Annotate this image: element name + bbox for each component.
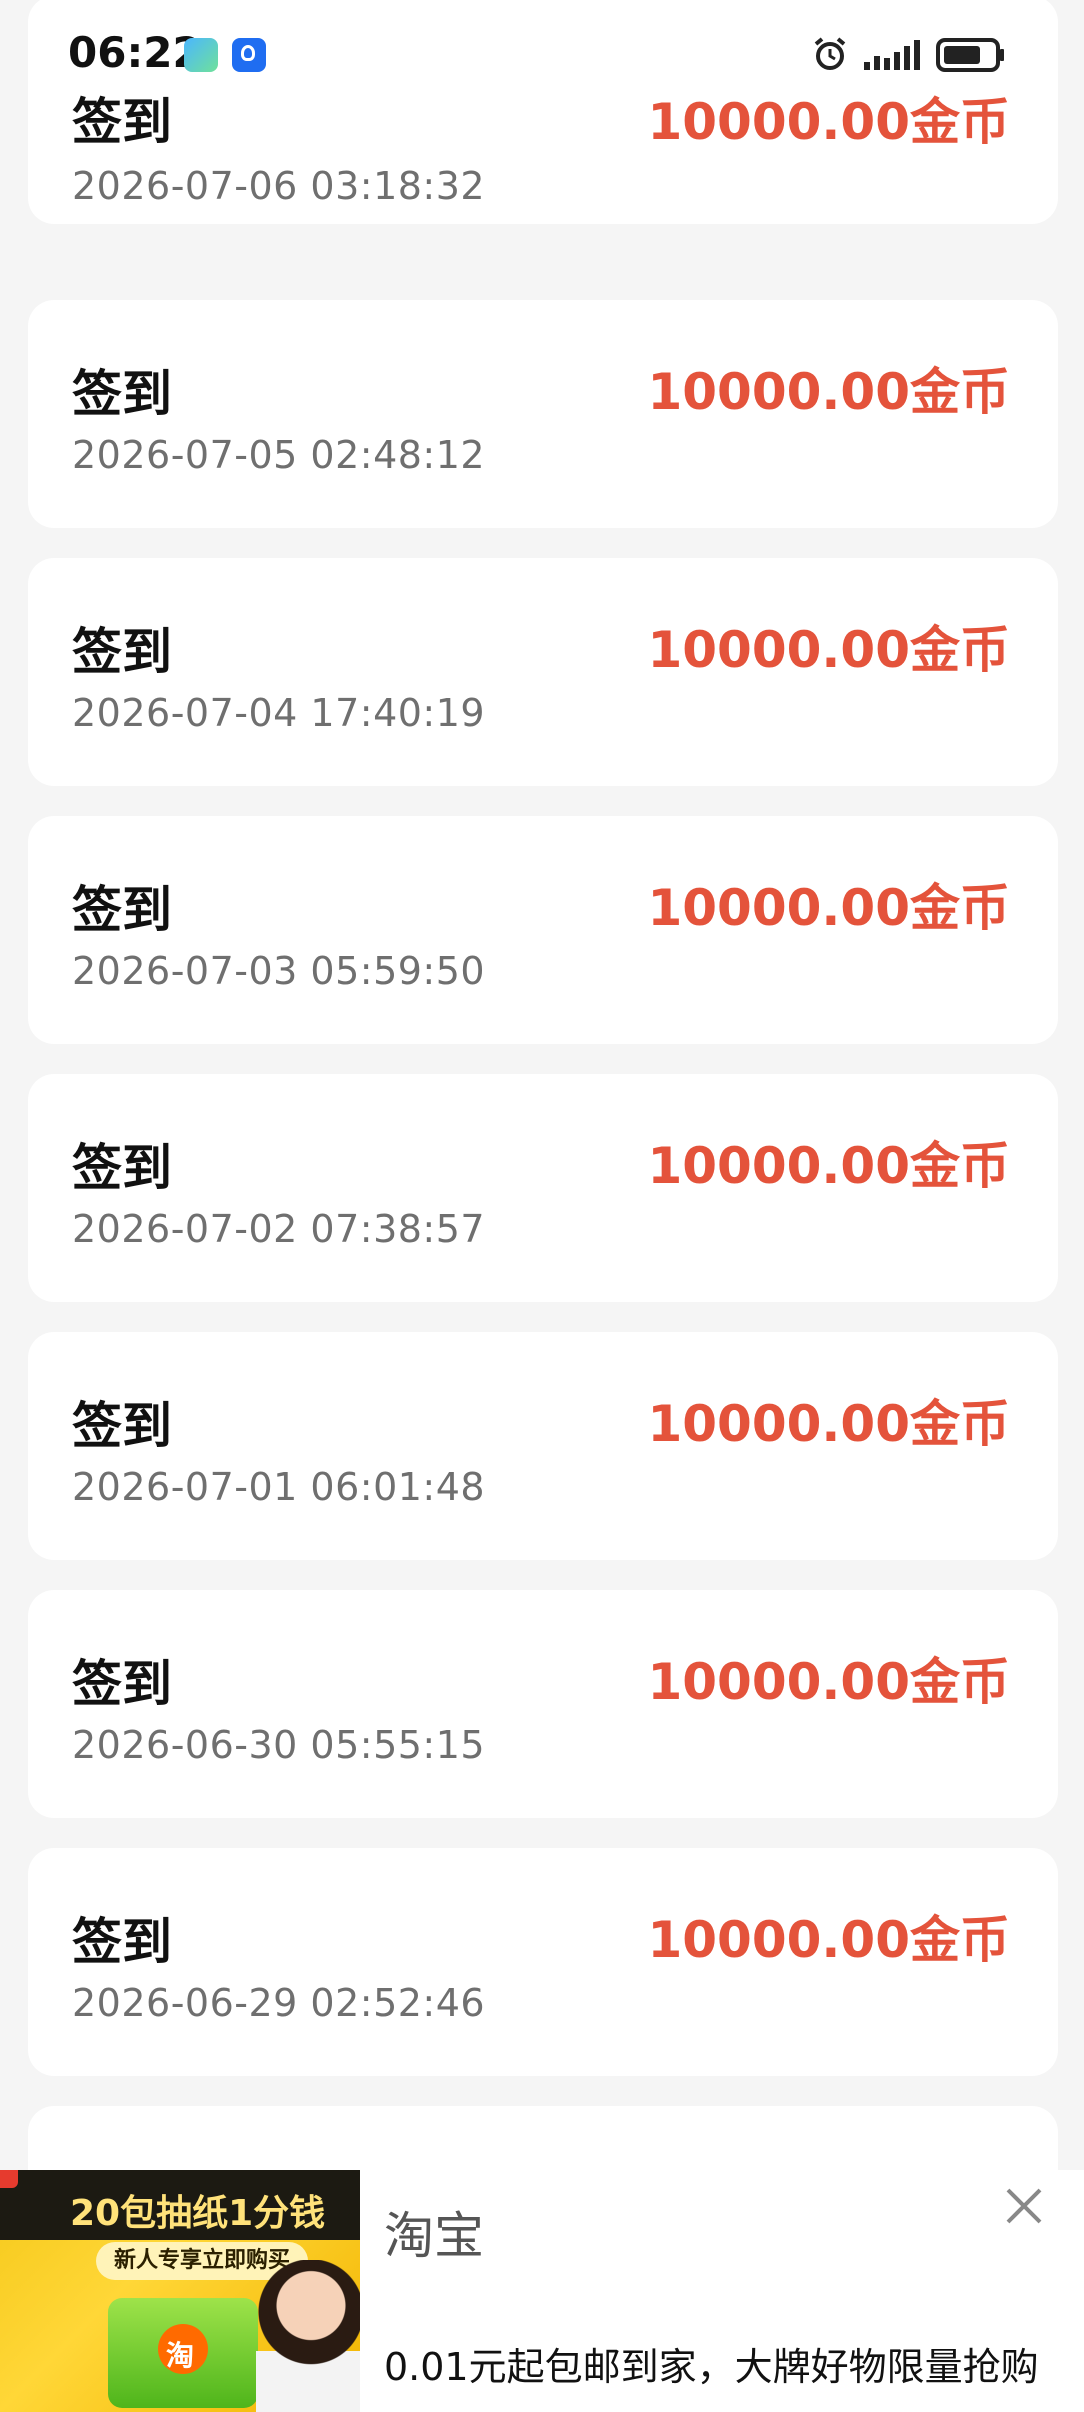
record-time: 2026-07-03 05:59:50: [72, 949, 486, 993]
record-card[interactable]: 签到 2026-07-06 03:18:32 10000.00金币: [28, 0, 1058, 224]
record-time: 2026-07-06 03:18:32: [72, 164, 486, 208]
taobao-logo: 淘: [166, 2339, 195, 2372]
close-icon[interactable]: [1000, 2182, 1048, 2230]
record-time: 2026-07-04 17:40:19: [72, 691, 486, 735]
record-amount: 10000.00金币: [647, 363, 1010, 421]
record-title: 签到: [72, 1139, 172, 1197]
ad-source: 淘宝: [384, 2207, 484, 2265]
record-card[interactable]: 签到 2026-06-30 05:55:15 10000.00金币: [28, 1590, 1058, 1818]
record-card[interactable]: 签到 2026-07-05 02:48:12 10000.00金币: [28, 300, 1058, 528]
record-card[interactable]: 签到 2026-07-02 07:38:57 10000.00金币: [28, 1074, 1058, 1302]
record-title: 签到: [72, 1655, 172, 1713]
record-amount: 10000.00金币: [647, 93, 1010, 151]
ad-banner[interactable]: 20包抽纸1分钱 新人专享立即购买 淘 淘宝 0.01元起包邮到家，大牌好物限量…: [0, 2170, 1084, 2412]
record-title: 签到: [72, 93, 172, 151]
record-title: 签到: [72, 1913, 172, 1971]
tissue-pack-image: 淘: [108, 2298, 258, 2408]
record-amount: 10000.00金币: [647, 1137, 1010, 1195]
record-amount: 10000.00金币: [647, 879, 1010, 937]
ad-image[interactable]: 20包抽纸1分钱 新人专享立即购买 淘: [0, 2170, 360, 2412]
record-time: 2026-06-30 05:55:15: [72, 1723, 486, 1767]
record-amount: 10000.00金币: [647, 1653, 1010, 1711]
ad-description: 0.01元起包邮到家，大牌好物限量抢购: [384, 2345, 1039, 2389]
ad-image-headline: 20包抽纸1分钱: [70, 2193, 326, 2234]
ad-badge: [0, 2170, 18, 2188]
record-amount: 10000.00金币: [647, 621, 1010, 679]
record-time: 2026-06-29 02:52:46: [72, 1981, 486, 2025]
record-card[interactable]: 签到 2026-07-03 05:59:50 10000.00金币: [28, 816, 1058, 1044]
ad-model-image: [256, 2260, 360, 2412]
record-card[interactable]: 签到 2026-07-01 06:01:48 10000.00金币: [28, 1332, 1058, 1560]
checkin-record-list: 签到 2026-07-06 03:18:32 10000.00金币 签到 202…: [0, 0, 1084, 2412]
record-title: 签到: [72, 623, 172, 681]
record-time: 2026-07-05 02:48:12: [72, 433, 486, 477]
record-amount: 10000.00金币: [647, 1911, 1010, 1969]
record-time: 2026-07-01 06:01:48: [72, 1465, 486, 1509]
record-title: 签到: [72, 881, 172, 939]
record-card[interactable]: 签到 2026-07-04 17:40:19 10000.00金币: [28, 558, 1058, 786]
record-title: 签到: [72, 365, 172, 423]
record-title: 签到: [72, 1397, 172, 1455]
record-card[interactable]: 签到 2026-06-29 02:52:46 10000.00金币: [28, 1848, 1058, 2076]
record-time: 2026-07-02 07:38:57: [72, 1207, 486, 1251]
record-amount: 10000.00金币: [647, 1395, 1010, 1453]
